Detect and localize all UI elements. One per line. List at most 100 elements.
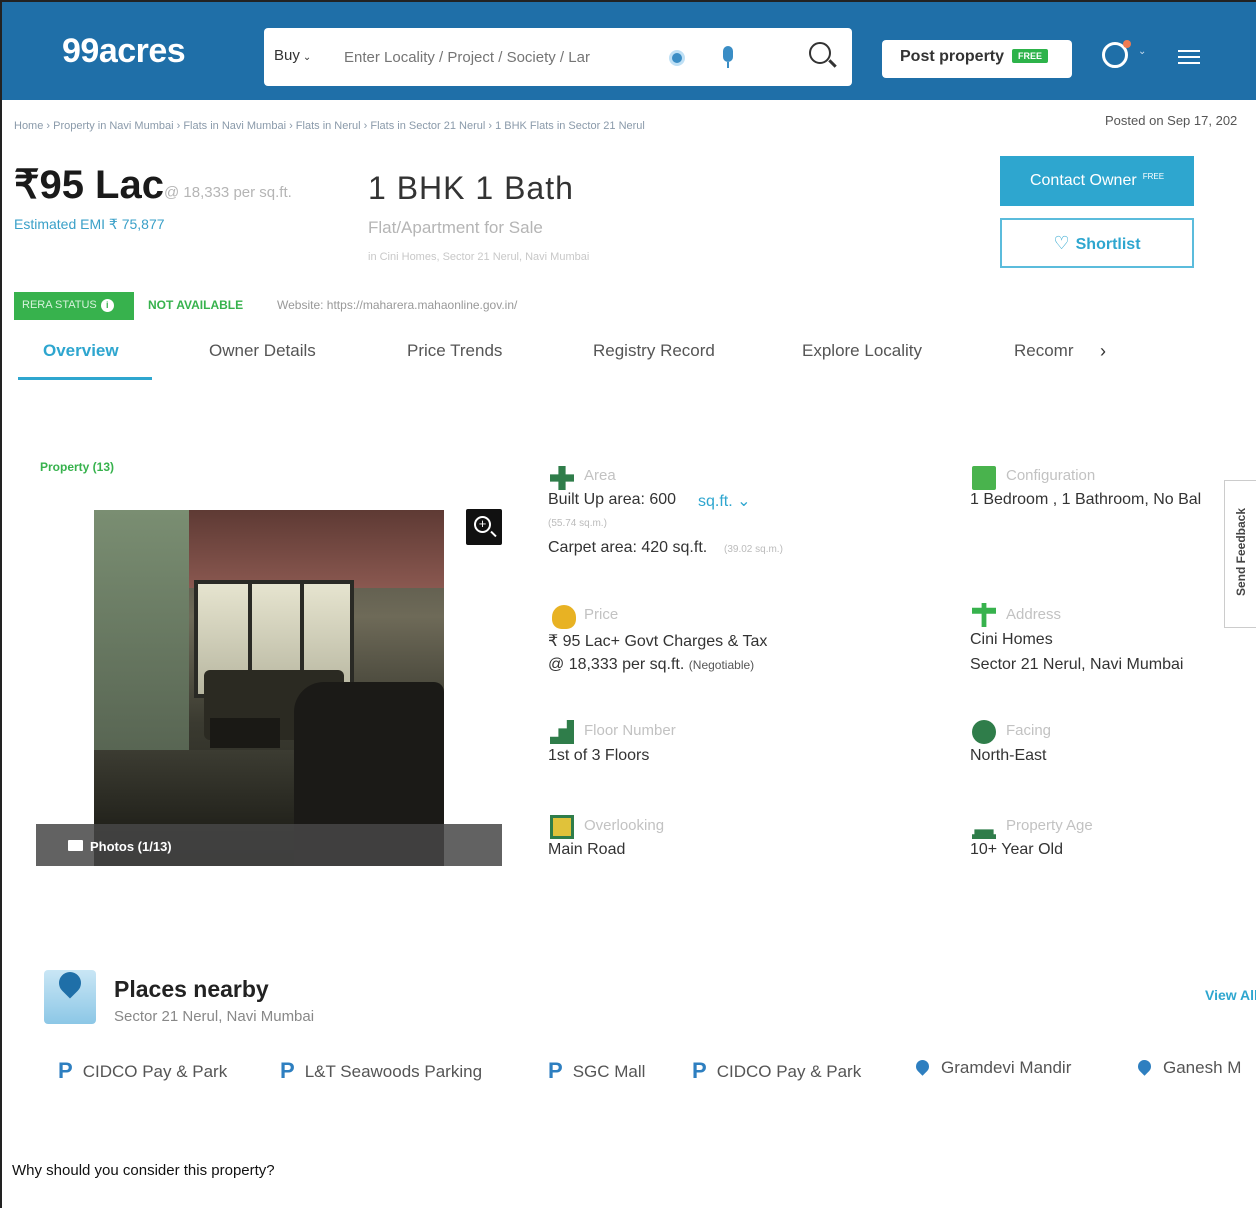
free-badge: FREE (1012, 49, 1049, 63)
configuration-value: 1 Bedroom , 1 Bathroom, No Bal (970, 491, 1202, 508)
nearby-places-list: P CIDCO Pay & Park P L&T Seawoods Parking … (58, 1058, 1256, 1088)
tab-recommendations[interactable]: Recomr (1014, 341, 1074, 361)
negotiable-tag: (Negotiable) (688, 658, 755, 672)
why-consider-heading: Why should you consider this property? (12, 1162, 275, 1179)
shortlist-button[interactable]: ♡ Shortlist (1000, 218, 1194, 268)
photo-table (210, 718, 280, 748)
area-unit-dropdown[interactable]: sq.ft. ⌄ (698, 491, 751, 511)
area-icon (550, 466, 574, 490)
property-age-value: 10+ Year Old (970, 841, 1063, 858)
floor-icon (550, 720, 574, 744)
heart-icon: ♡ (1053, 232, 1070, 253)
search-icon[interactable] (809, 42, 831, 64)
info-icon[interactable]: i (100, 299, 114, 312)
hamburger-menu-icon[interactable] (1178, 50, 1200, 64)
nearby-place[interactable]: P CIDCO Pay & Park (58, 1058, 227, 1084)
chevron-down-icon: ⌄ (302, 52, 312, 63)
nearby-place-name: Ganesh M (1163, 1058, 1242, 1077)
chevron-down-icon[interactable]: ⌄ (1138, 46, 1146, 57)
nearby-place[interactable]: P L&T Seawoods Parking (280, 1058, 482, 1084)
estimated-emi-link[interactable]: Estimated EMI ₹ 75,877 (14, 216, 165, 233)
compass-icon (972, 720, 996, 744)
parking-icon: P (692, 1058, 707, 1083)
send-feedback-tab[interactable]: Send Feedback (1224, 480, 1256, 628)
configuration-icon (972, 466, 996, 490)
rera-label: RERA STATUS (22, 299, 97, 311)
price-rate-value: @ 18,333 per sq.ft. (548, 656, 685, 673)
section-tabs: Overview Owner Details Price Trends Regi… (14, 327, 1114, 383)
property-type: Flat/Apartment for Sale (368, 218, 543, 237)
view-all-link[interactable]: View All (1205, 987, 1256, 1003)
nearby-place[interactable]: Ganesh M (1135, 1058, 1242, 1078)
facing-label: Facing (1006, 722, 1052, 739)
nearby-place-name: CIDCO Pay & Park (82, 1062, 228, 1081)
property-photo[interactable] (94, 510, 444, 866)
tab-owner-details[interactable]: Owner Details (209, 341, 316, 361)
send-feedback-label: Send Feedback (1234, 507, 1248, 597)
floor-label: Floor Number (584, 722, 676, 739)
tab-explore-locality[interactable]: Explore Locality (802, 341, 922, 361)
nearby-place[interactable]: P CIDCO Pay & Park (692, 1058, 861, 1084)
nearby-place[interactable]: Gramdevi Mandir (913, 1058, 1071, 1078)
listing-title: 1 BHK 1 Bath (368, 170, 574, 206)
photo-count[interactable]: Photos (1/13) (90, 839, 172, 854)
address-line-2: Sector 21 Nerul, Navi Mumbai (970, 656, 1184, 673)
listing-price: ₹95 Lac (14, 163, 164, 207)
breadcrumb[interactable]: Home › Property in Navi Mumbai › Flats i… (14, 120, 874, 132)
posted-date: Posted on Sep 17, 202 (1105, 113, 1238, 128)
microphone-icon[interactable] (723, 46, 733, 68)
price-rate: @ 18,333 per sq.ft. (Negotiable) (548, 656, 754, 674)
price-per-sqft: @ 18,333 per sq.ft. (164, 184, 292, 201)
location-pin-icon (1135, 1058, 1154, 1076)
parking-icon: P (548, 1058, 563, 1083)
price-value: ₹ 95 Lac+ Govt Charges & Tax (548, 633, 768, 650)
photo-wall-top (189, 510, 444, 588)
search-bar: Buy ⌄ (264, 28, 852, 86)
user-icon[interactable] (1102, 40, 1131, 68)
contact-owner-button[interactable]: Contact Owner FREE (1000, 156, 1194, 206)
rera-status-value: NOT AVAILABLE (148, 298, 244, 312)
buy-dropdown[interactable]: Buy ⌄ (274, 47, 311, 64)
location-icon[interactable] (669, 50, 685, 66)
map-pin-icon (44, 967, 96, 1024)
tab-registry-record[interactable]: Registry Record (593, 341, 715, 361)
tab-overview[interactable]: Overview (43, 341, 119, 361)
notification-dot (1123, 40, 1131, 48)
shortlist-label: Shortlist (1075, 235, 1141, 253)
zoom-in-icon: + (474, 516, 491, 533)
address-line-1: Cini Homes (970, 631, 1053, 648)
post-property-label: Post property (900, 48, 1005, 65)
chevron-right-icon[interactable]: › (1100, 341, 1106, 362)
buy-label: Buy (274, 47, 300, 64)
built-up-area-sqm: (55.74 sq.m.) (548, 518, 607, 529)
rera-status-badge: RERA STATUS i (14, 292, 134, 320)
rera-website[interactable]: Website: https://maharera.mahaonline.gov… (277, 298, 517, 312)
image-icon (68, 840, 83, 851)
nearby-place[interactable]: P SGC Mall (548, 1058, 645, 1084)
carpet-area: Carpet area: 420 sq.ft. (548, 539, 708, 556)
parking-icon: P (280, 1058, 295, 1083)
parking-icon: P (58, 1058, 73, 1083)
overlooking-label: Overlooking (584, 817, 665, 834)
places-nearby-subtitle: Sector 21 Nerul, Navi Mumbai (114, 1008, 315, 1025)
configuration-label: Configuration (1006, 467, 1096, 484)
overlooking-value: Main Road (548, 841, 626, 858)
area-label: Area (584, 467, 616, 484)
address-label: Address (1006, 606, 1062, 623)
overlooking-icon (550, 815, 574, 839)
property-age-label: Property Age (1006, 817, 1093, 834)
contact-owner-label: Contact Owner (1029, 172, 1137, 189)
site-logo[interactable]: 99acres (62, 32, 186, 71)
nearby-place-name: L&T Seawoods Parking (304, 1062, 483, 1081)
price-label: Price (584, 606, 619, 623)
search-input[interactable] (344, 42, 624, 72)
floor-value: 1st of 3 Floors (548, 747, 650, 764)
post-property-button[interactable]: Post property FREE (882, 40, 1072, 78)
address-icon (972, 603, 996, 627)
zoom-in-button[interactable]: + (466, 509, 502, 545)
built-up-area: Built Up area: 600 (548, 491, 677, 508)
tab-price-trends[interactable]: Price Trends (407, 341, 502, 361)
top-header: 99acres Buy⌄ Post propertyFREE ⌄ (2, 2, 1256, 100)
facing-value: North-East (970, 747, 1047, 764)
nearby-place-name: SGC Mall (572, 1062, 646, 1081)
